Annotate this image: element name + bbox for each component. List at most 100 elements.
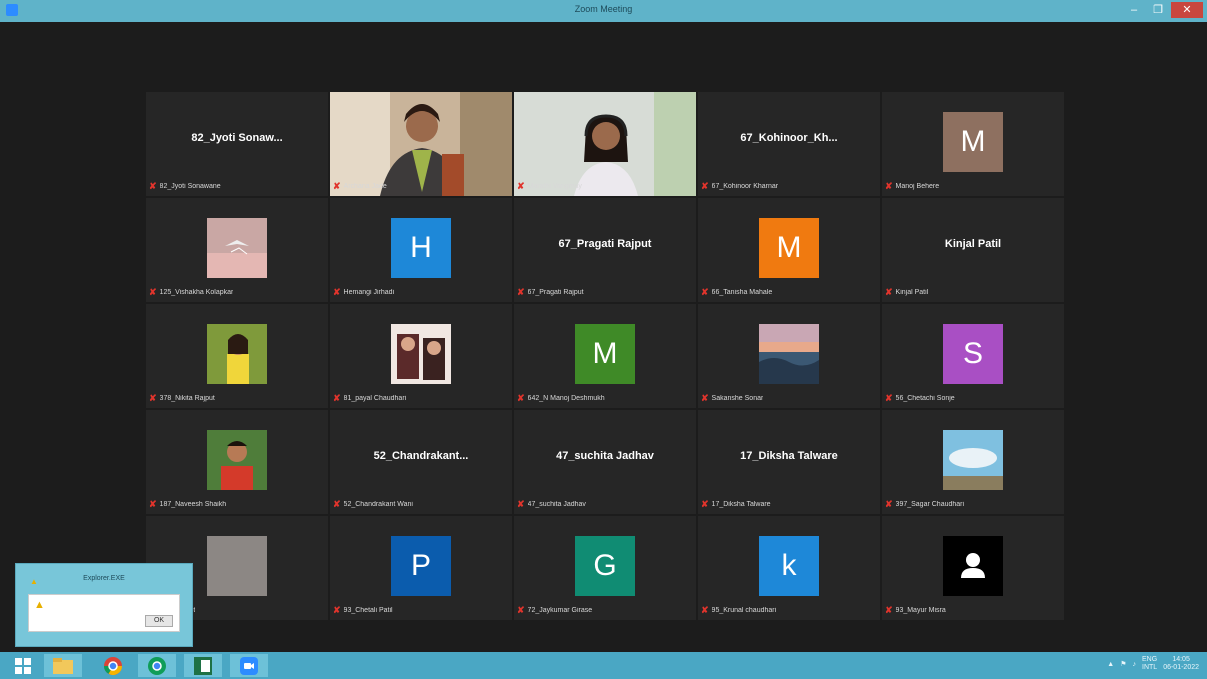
participant-avatar [943, 536, 1003, 596]
mic-muted-icon: ✘ [517, 498, 525, 509]
participant-tile[interactable]: 67_Kohinoor_Kh... ✘ 67_Kohinoor Kharnar [698, 92, 880, 196]
participant-tile[interactable]: 52_Chandrakant... ✘ 52_Chandrakant Wani [330, 410, 512, 514]
participant-avatar: P [391, 536, 451, 596]
mic-muted-icon: ✘ [701, 604, 709, 615]
participant-name: Hemangi Jirhadi [343, 288, 395, 296]
participant-name: 72_Jaykumar Girase [527, 606, 593, 614]
taskbar: ▲ ⚑ ♪ ENG INTL 14:05 06-01-2022 [0, 652, 1207, 679]
taskbar-chrome-profile[interactable] [138, 654, 176, 677]
participant-tile[interactable]: 82_Jyoti Sonaw... ✘ 82_Jyoti Sonawane [146, 92, 328, 196]
participant-name: 17_Diksha Talware [711, 500, 771, 508]
participant-tile[interactable]: M ✘ 66_Tanisha Mahale [698, 198, 880, 302]
flag-icon[interactable]: ⚑ [1120, 660, 1126, 668]
participant-display-name: 67_Pragati Rajput [558, 238, 652, 250]
participant-name-tag: ✘ 125_Vishakha Kolapkar [149, 286, 233, 298]
participant-tile[interactable]: k ✘ 95_Krunal chaudhari [698, 516, 880, 620]
participant-name-tag: ✘ 397_Sagar Chaudhari [885, 498, 964, 510]
participant-name: Kinjal Patil [895, 288, 929, 296]
network-icon[interactable]: ▲ [1107, 661, 1114, 668]
participant-name: Manoj Behere [895, 182, 940, 190]
participant-profile-photo [207, 536, 267, 596]
participant-name-tag: ✘ 66_Tanisha Mahale [701, 286, 772, 298]
participant-tile[interactable]: ✘ 93_Mayur Misra [882, 516, 1064, 620]
participant-name-tag: ✘ 378_Nikita Rajput [149, 392, 215, 404]
volume-icon[interactable]: ♪ [1133, 661, 1137, 668]
participant-name-tag: ✘ 67_Pragati Rajput [517, 286, 584, 298]
mic-muted-icon: ✘ [885, 498, 893, 509]
participant-name-tag: ✘ Hemangi Jirhadi [333, 286, 394, 298]
mic-muted-icon: ✘ [701, 392, 709, 403]
language-indicator[interactable]: ENG INTL [1142, 656, 1157, 672]
participant-name-tag: ✘ 17_Diksha Talware [701, 498, 771, 510]
participant-tile[interactable]: P ✘ 93_Chetali Patil [330, 516, 512, 620]
participant-name: 56_Chetachi Sonje [895, 394, 955, 402]
participant-avatar: G [575, 536, 635, 596]
window-title: Zoom Meeting [574, 4, 633, 14]
close-button[interactable]: ✕ [1171, 2, 1203, 18]
participant-tile[interactable]: ✘ 125_Vishakha Kolapkar [146, 198, 328, 302]
mic-muted-icon: ✘ [517, 604, 525, 615]
explorer-popup: ▲ Explorer.EXE ▲ OK [15, 563, 193, 647]
participant-display-name: 52_Chandrakant... [373, 450, 469, 462]
participant-tile[interactable]: ✘ Archana Jade [330, 92, 512, 196]
participant-tile[interactable]: M ✘ 642_N Manoj Deshmukh [514, 304, 696, 408]
excel-icon [194, 656, 212, 675]
participant-name-tag: ✘ 82_Jyoti Sonawane [149, 180, 221, 192]
participant-tile[interactable]: ✘ Marathi Vangmay [514, 92, 696, 196]
participant-tile[interactable]: H ✘ Hemangi Jirhadi [330, 198, 512, 302]
participant-tile[interactable]: ✘ Sakanshe Sonar [698, 304, 880, 408]
participant-tile[interactable]: ✘ 187_Naveesh Shaikh [146, 410, 328, 514]
clock[interactable]: 14:05 06-01-2022 [1163, 656, 1199, 672]
taskbar-zoom[interactable] [230, 654, 268, 677]
participant-tile[interactable]: 17_Diksha Talware ✘ 17_Diksha Talware [698, 410, 880, 514]
clock-time: 14:05 [1172, 656, 1190, 663]
participant-name: 81_payal Chaudhari [343, 394, 407, 402]
participant-name: 82_Jyoti Sonawane [159, 182, 221, 190]
participant-profile-photo [207, 324, 267, 384]
participant-name-tag: ✘ Marathi Vangmay [517, 180, 582, 192]
participant-avatar: M [575, 324, 635, 384]
mic-muted-icon: ✘ [333, 498, 341, 509]
participant-name: 66_Tanisha Mahale [711, 288, 773, 296]
participant-profile-photo [943, 430, 1003, 490]
participant-tile[interactable]: ✘ 81_payal Chaudhari [330, 304, 512, 408]
participant-tile[interactable]: ✘ 378_Nikita Rajput [146, 304, 328, 408]
zoom-icon [240, 656, 258, 675]
participant-name: Marathi Vangmay [527, 182, 582, 190]
start-button[interactable] [4, 654, 42, 677]
participant-tile[interactable]: G ✘ 72_Jaykumar Girase [514, 516, 696, 620]
taskbar-chrome[interactable] [94, 654, 132, 677]
mic-muted-icon: ✘ [885, 180, 893, 191]
participant-name: 67_Pragati Rajput [527, 288, 584, 296]
participant-name-tag: ✘ 67_Kohinoor Kharnar [701, 180, 778, 192]
participant-profile-photo [759, 324, 819, 384]
mic-muted-icon: ✘ [333, 604, 341, 615]
system-tray: ▲ ⚑ ♪ ENG INTL 14:05 06-01-2022 [1107, 656, 1199, 672]
lang-label: ENG [1142, 656, 1158, 663]
participant-tile[interactable]: S ✘ 56_Chetachi Sonje [882, 304, 1064, 408]
taskbar-excel[interactable] [184, 654, 222, 677]
participant-name: 125_Vishakha Kolapkar [159, 288, 234, 296]
ok-button[interactable]: OK [145, 615, 173, 627]
clock-date: 06-01-2022 [1163, 664, 1199, 671]
participant-tile[interactable]: ✘ 397_Sagar Chaudhari [882, 410, 1064, 514]
participant-display-name: 82_Jyoti Sonaw... [191, 132, 283, 144]
popup-body: ▲ OK [28, 594, 180, 632]
mic-muted-icon: ✘ [333, 286, 341, 297]
maximize-button[interactable]: ❐ [1147, 2, 1169, 18]
mic-muted-icon: ✘ [701, 498, 709, 509]
participant-name-tag: ✘ Archana Jade [333, 180, 387, 192]
participant-avatar: k [759, 536, 819, 596]
participant-name-tag: ✘ 93_Chetali Patil [333, 604, 393, 616]
mic-muted-icon: ✘ [149, 392, 157, 403]
participant-tile[interactable]: Kinjal Patil ✘ Kinjal Patil [882, 198, 1064, 302]
chrome-icon [148, 656, 166, 675]
participant-tile[interactable]: M ✘ Manoj Behere [882, 92, 1064, 196]
participant-avatar: M [759, 218, 819, 278]
participant-tile[interactable]: 67_Pragati Rajput ✘ 67_Pragati Rajput [514, 198, 696, 302]
mic-muted-icon: ✘ [885, 286, 893, 297]
participant-tile[interactable]: 47_suchita Jadhav ✘ 47_suchita Jadhav [514, 410, 696, 514]
taskbar-file-explorer[interactable] [44, 654, 82, 677]
minimize-button[interactable]: – [1123, 2, 1145, 18]
participant-name: 47_suchita Jadhav [527, 500, 586, 508]
